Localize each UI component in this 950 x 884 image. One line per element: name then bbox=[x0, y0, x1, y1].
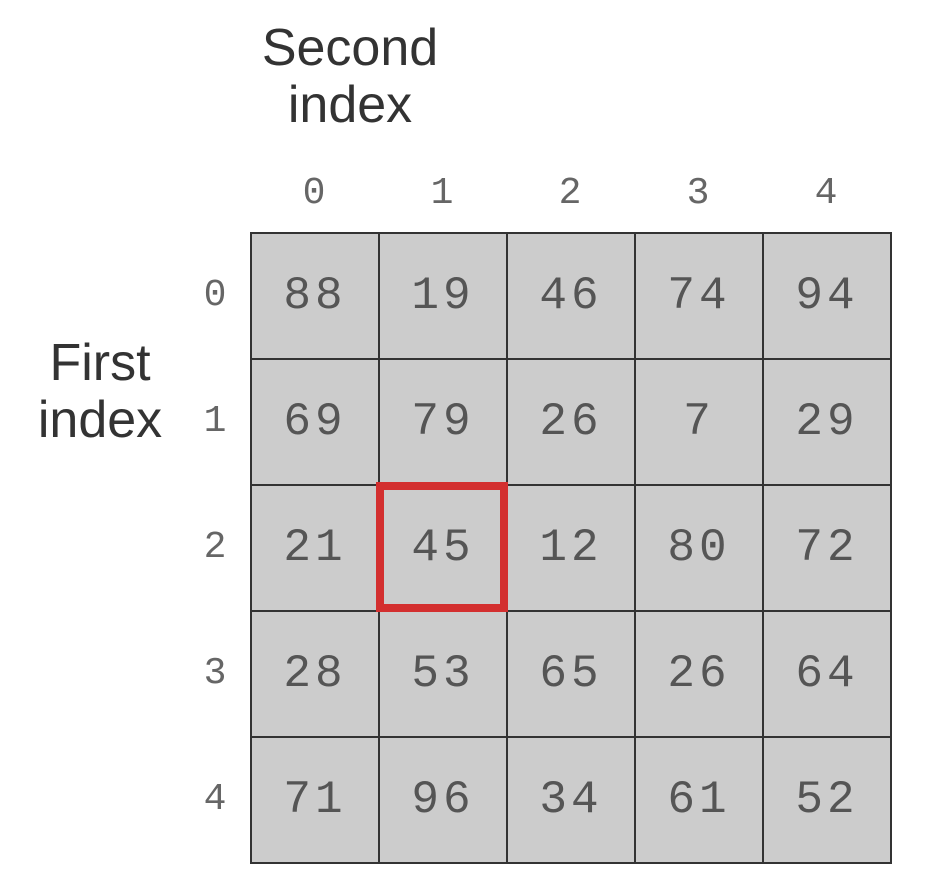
cell-0-3: 74 bbox=[635, 233, 763, 359]
cell-4-2: 34 bbox=[507, 737, 635, 863]
cell-1-1: 79 bbox=[379, 359, 507, 485]
table-row: 28 53 65 26 64 bbox=[251, 611, 891, 737]
grid-area: 88 19 46 74 94 69 79 26 7 29 21 45 12 80… bbox=[250, 232, 892, 864]
cell-0-4: 94 bbox=[763, 233, 891, 359]
cell-2-4: 72 bbox=[763, 485, 891, 611]
row-header-2: 2 bbox=[195, 484, 235, 610]
cell-3-4: 64 bbox=[763, 611, 891, 737]
row-header-4: 4 bbox=[195, 736, 235, 862]
cell-4-1: 96 bbox=[379, 737, 507, 863]
second-index-text-line1: Secondindex bbox=[262, 19, 438, 134]
cell-0-1: 19 bbox=[379, 233, 507, 359]
cell-1-2: 26 bbox=[507, 359, 635, 485]
cell-2-1: 45 bbox=[379, 485, 507, 611]
cell-3-0: 28 bbox=[251, 611, 379, 737]
col-header-0: 0 bbox=[250, 172, 378, 215]
row-header-1: 1 bbox=[195, 358, 235, 484]
cell-4-3: 61 bbox=[635, 737, 763, 863]
cell-4-0: 71 bbox=[251, 737, 379, 863]
col-header-3: 3 bbox=[634, 172, 762, 215]
row-headers: 0 1 2 3 4 bbox=[195, 232, 235, 862]
array-grid: 88 19 46 74 94 69 79 26 7 29 21 45 12 80… bbox=[250, 232, 892, 864]
second-index-label: Secondindex bbox=[225, 20, 475, 134]
col-header-4: 4 bbox=[762, 172, 890, 215]
cell-3-2: 65 bbox=[507, 611, 635, 737]
cell-4-4: 52 bbox=[763, 737, 891, 863]
cell-1-3: 7 bbox=[635, 359, 763, 485]
cell-0-0: 88 bbox=[251, 233, 379, 359]
cell-2-2: 12 bbox=[507, 485, 635, 611]
cell-0-2: 46 bbox=[507, 233, 635, 359]
cell-3-3: 26 bbox=[635, 611, 763, 737]
cell-3-1: 53 bbox=[379, 611, 507, 737]
first-index-text: Firstindex bbox=[38, 334, 162, 449]
col-header-1: 1 bbox=[378, 172, 506, 215]
cell-1-4: 29 bbox=[763, 359, 891, 485]
table-row: 69 79 26 7 29 bbox=[251, 359, 891, 485]
cell-2-3: 80 bbox=[635, 485, 763, 611]
table-row: 21 45 12 80 72 bbox=[251, 485, 891, 611]
table-row: 88 19 46 74 94 bbox=[251, 233, 891, 359]
cell-1-0: 69 bbox=[251, 359, 379, 485]
column-headers: 0 1 2 3 4 bbox=[250, 172, 890, 215]
cell-2-0: 21 bbox=[251, 485, 379, 611]
row-header-3: 3 bbox=[195, 610, 235, 736]
col-header-2: 2 bbox=[506, 172, 634, 215]
table-row: 71 96 34 61 52 bbox=[251, 737, 891, 863]
first-index-label: Firstindex bbox=[20, 335, 180, 449]
row-header-0: 0 bbox=[195, 232, 235, 358]
